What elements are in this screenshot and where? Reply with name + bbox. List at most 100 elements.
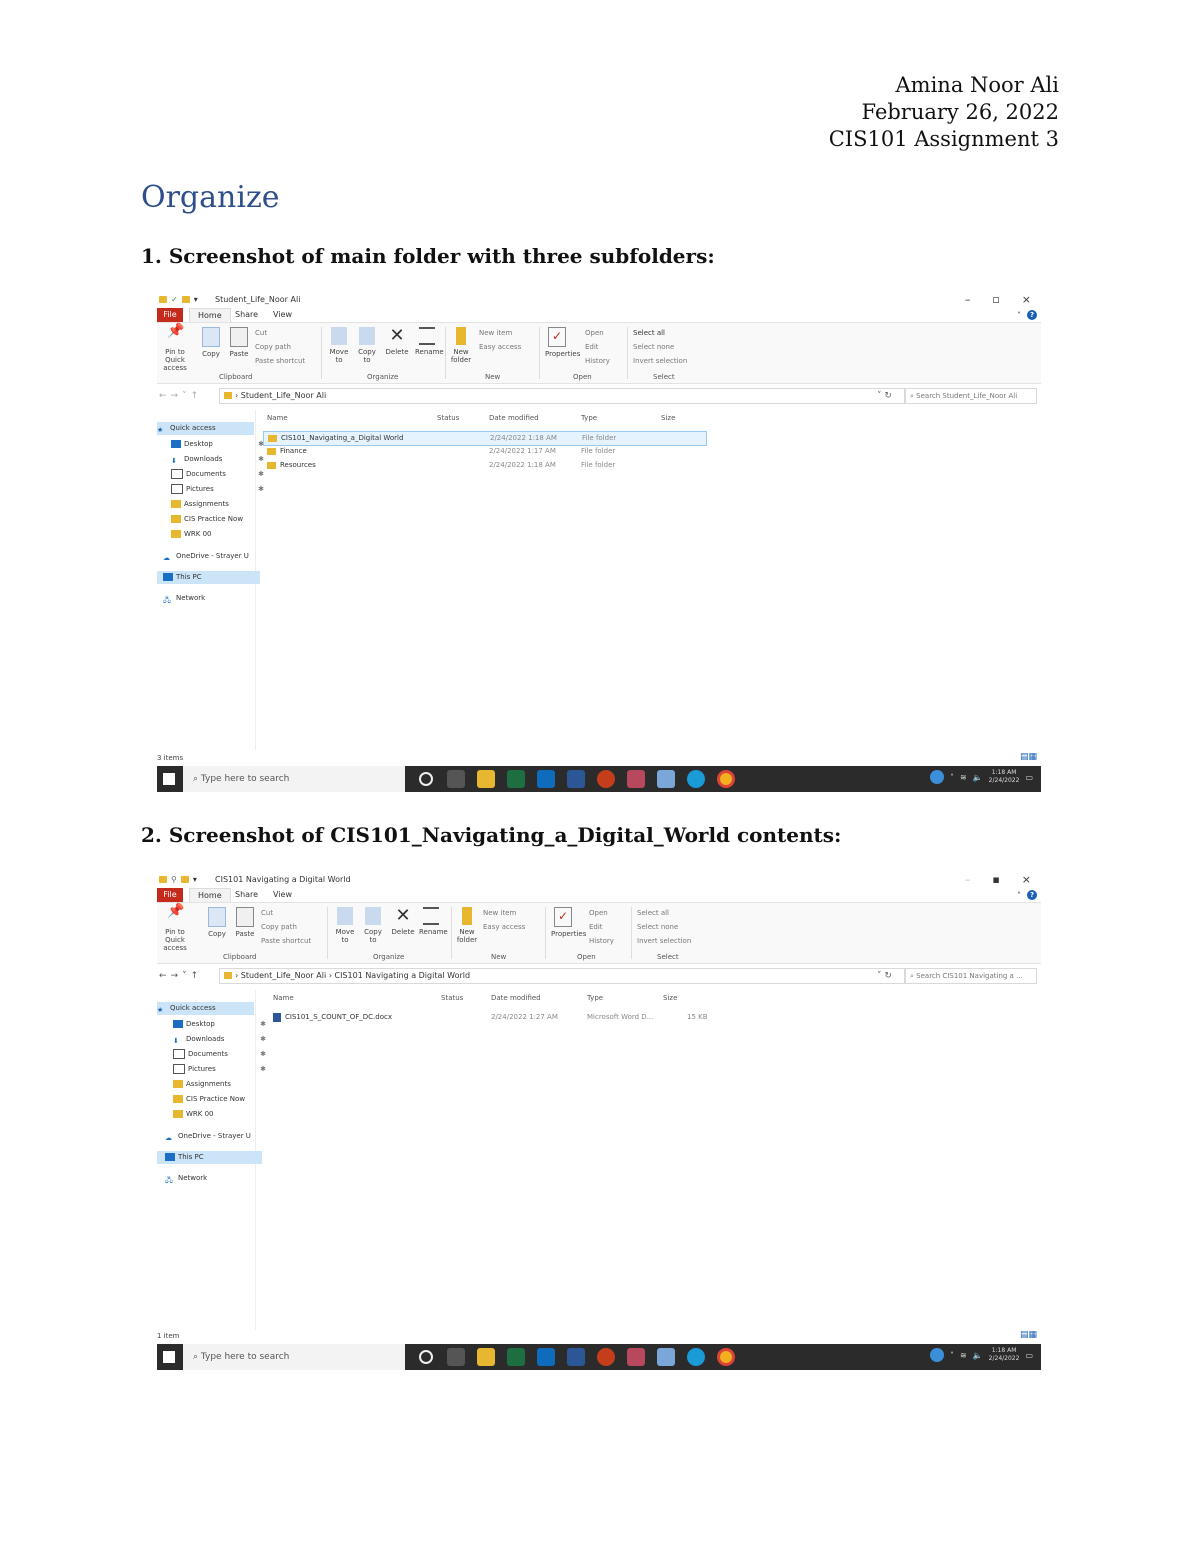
select-none-button[interactable]: Select none: [637, 923, 678, 931]
wifi-icon[interactable]: ≋: [960, 1351, 967, 1360]
history-button[interactable]: History: [589, 937, 614, 945]
chevron-up-icon[interactable]: ˄: [1017, 891, 1021, 900]
refresh-icon[interactable]: ˅ ↻: [877, 971, 892, 981]
chevron-up-icon[interactable]: ˄: [950, 1351, 954, 1360]
pin-button[interactable]: 📌 Pin to Quick access: [163, 324, 187, 372]
column-name[interactable]: Name: [267, 414, 288, 422]
breadcrumb-leaf[interactable]: CIS101 Navigating a Digital World: [334, 971, 470, 980]
properties-button[interactable]: ✓ Properties: [545, 327, 580, 358]
refresh-icon[interactable]: ˅ ↻: [877, 391, 892, 401]
nav-this-pc[interactable]: This PC: [157, 571, 260, 584]
cut-button[interactable]: Cut: [255, 329, 267, 337]
column-size[interactable]: Size: [661, 414, 675, 422]
chevron-up-icon[interactable]: ˄: [1017, 311, 1021, 320]
nav-arrows-icon[interactable]: ←→˅↑: [159, 391, 202, 401]
nav-desktop[interactable]: Desktop ✱: [157, 1018, 270, 1031]
nav-this-pc[interactable]: This PC: [157, 1151, 262, 1164]
weather-icon[interactable]: [930, 770, 944, 784]
delete-button[interactable]: ✕ Delete: [391, 907, 415, 937]
dropdown-icon[interactable]: ▾: [194, 295, 198, 304]
clock[interactable]: 1:18 AM 2/24/2022: [989, 1347, 1020, 1363]
nav-documents[interactable]: Documents ✱: [157, 1048, 270, 1061]
volume-icon[interactable]: 🔈: [973, 773, 983, 782]
windows-start-icon[interactable]: [163, 1351, 175, 1363]
nav-downloads[interactable]: ⬇ Downloads ✱: [157, 1033, 270, 1046]
column-date[interactable]: Date modified: [489, 414, 539, 422]
nav-network[interactable]: 🖧 Network: [157, 592, 260, 605]
column-status[interactable]: Status: [441, 994, 463, 1002]
nav-wrk[interactable]: WRK 00: [157, 528, 268, 541]
tab-share[interactable]: Share: [227, 888, 266, 902]
word-icon[interactable]: [567, 770, 585, 788]
breadcrumb[interactable]: Student_Life_Noor Ali: [241, 391, 326, 400]
nav-quick-access[interactable]: ★ Quick access: [157, 1002, 254, 1015]
easy-access-button[interactable]: Easy access: [479, 343, 521, 351]
column-status[interactable]: Status: [437, 414, 459, 422]
new-folder-button[interactable]: New folder: [449, 327, 473, 364]
copy-to-button[interactable]: Copy to: [355, 327, 379, 364]
maximize-icon[interactable]: ▪: [992, 873, 999, 886]
close-icon[interactable]: ×: [1022, 873, 1031, 886]
table-row[interactable]: Finance 2/24/2022 1:17 AM File folder: [263, 445, 705, 458]
windows-start-icon[interactable]: [163, 773, 175, 785]
maximize-icon[interactable]: ▫: [992, 293, 999, 306]
file-explorer-icon[interactable]: [477, 770, 495, 788]
excel-icon[interactable]: [507, 1348, 525, 1366]
search-input[interactable]: ⌕ Search CIS101 Navigating a ...: [905, 968, 1037, 984]
pin-icon[interactable]: ⚲: [171, 875, 177, 884]
volume-icon[interactable]: 🔈: [973, 1351, 983, 1360]
notes-icon[interactable]: [657, 1348, 675, 1366]
tab-view[interactable]: View: [265, 308, 300, 322]
select-all-button[interactable]: Select all: [633, 329, 665, 337]
clock[interactable]: 1:18 AM 2/24/2022: [989, 769, 1020, 785]
outlook-icon[interactable]: [537, 1348, 555, 1366]
wifi-icon[interactable]: ≋: [960, 773, 967, 782]
column-type[interactable]: Type: [581, 414, 597, 422]
nav-pictures[interactable]: Pictures ✱: [157, 1063, 270, 1076]
paste-shortcut-button[interactable]: Paste shortcut: [261, 937, 311, 945]
widgets-icon[interactable]: [447, 770, 465, 788]
cut-button[interactable]: Cut: [261, 909, 273, 917]
nav-pictures[interactable]: Pictures ✱: [157, 483, 268, 496]
move-to-button[interactable]: Move to: [333, 907, 357, 944]
invert-selection-button[interactable]: Invert selection: [633, 357, 687, 365]
nav-quick-access[interactable]: ★ Quick access: [157, 422, 254, 435]
chevron-up-icon[interactable]: ˄: [950, 773, 954, 782]
table-row[interactable]: CIS101_Navigating_a_Digital World 2/24/2…: [263, 431, 707, 446]
tab-view[interactable]: View: [265, 888, 300, 902]
chrome-icon[interactable]: [717, 770, 735, 788]
nav-arrows-icon[interactable]: ←→˅↑: [159, 971, 202, 981]
taskbar-search-input[interactable]: ⌕ Type here to search: [183, 1344, 405, 1370]
close-icon[interactable]: ×: [1022, 293, 1031, 306]
tab-home[interactable]: Home: [189, 888, 231, 903]
task-view-icon[interactable]: [419, 772, 433, 786]
powerpoint-icon[interactable]: [597, 1348, 615, 1366]
table-row[interactable]: Resources 2/24/2022 1:18 AM File folder: [263, 459, 705, 472]
column-name[interactable]: Name: [273, 994, 294, 1002]
history-button[interactable]: History: [585, 357, 610, 365]
pin-button[interactable]: 📌 Pin to Quick access: [163, 904, 187, 952]
paste-button[interactable]: Paste: [233, 907, 257, 938]
edge-icon[interactable]: [687, 1348, 705, 1366]
rename-button[interactable]: Rename: [419, 907, 448, 936]
snipping-tool-icon[interactable]: [627, 1348, 645, 1366]
excel-icon[interactable]: [507, 770, 525, 788]
nav-onedrive[interactable]: ☁ OneDrive - Strayer U: [157, 1130, 262, 1143]
tab-file[interactable]: File: [157, 308, 183, 322]
nav-desktop[interactable]: Desktop ✱: [157, 438, 268, 451]
notification-icon[interactable]: ▭: [1025, 1351, 1033, 1360]
tab-home[interactable]: Home: [189, 308, 231, 323]
tab-file[interactable]: File: [157, 888, 183, 902]
open-button[interactable]: Open: [585, 329, 604, 337]
chrome-icon[interactable]: [717, 1348, 735, 1366]
nav-documents[interactable]: Documents ✱: [157, 468, 268, 481]
outlook-icon[interactable]: [537, 770, 555, 788]
nav-onedrive[interactable]: ☁ OneDrive - Strayer U: [157, 550, 260, 563]
view-toggle-icon[interactable]: ▤▦: [1020, 1330, 1037, 1340]
move-to-button[interactable]: Move to: [327, 327, 351, 364]
copy-path-button[interactable]: Copy path: [255, 343, 291, 351]
rename-button[interactable]: Rename: [415, 327, 444, 356]
copy-to-button[interactable]: Copy to: [361, 907, 385, 944]
new-folder-button[interactable]: New folder: [455, 907, 479, 944]
select-all-button[interactable]: Select all: [637, 909, 669, 917]
